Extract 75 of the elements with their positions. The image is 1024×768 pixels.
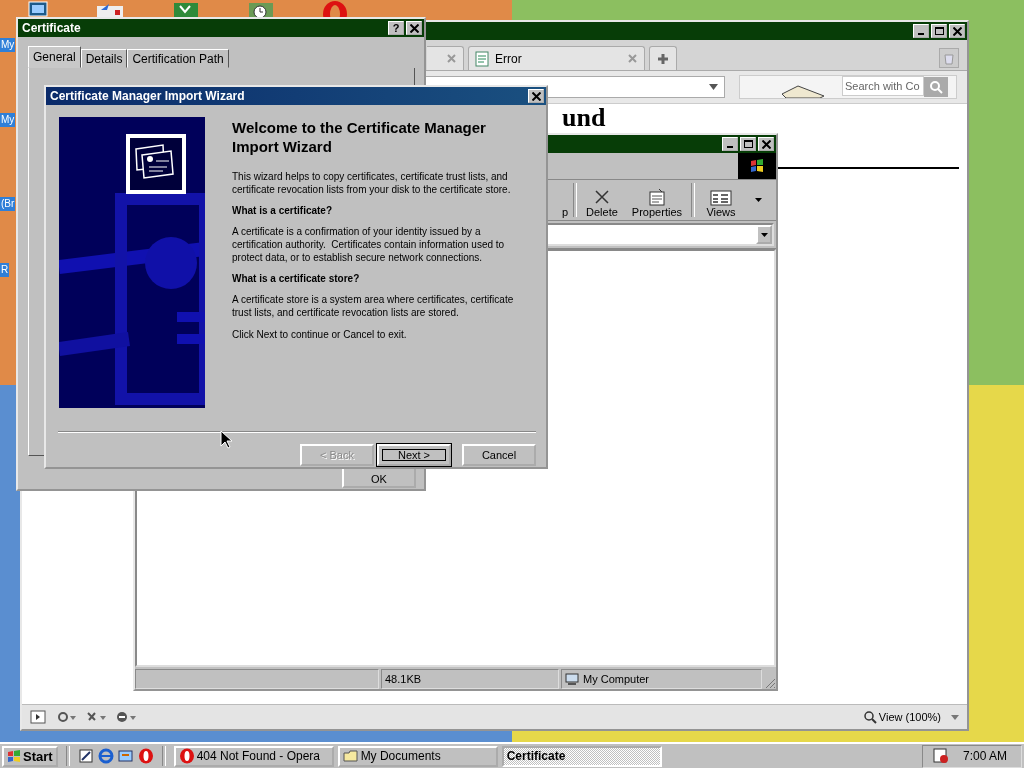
help-button[interactable]: ? — [388, 21, 404, 35]
close-button[interactable] — [949, 24, 965, 38]
minimize-button[interactable] — [722, 137, 738, 151]
browser-tab[interactable]: Error — [468, 46, 645, 70]
tab[interactable]: Details — [80, 49, 128, 68]
tab[interactable]: General — [28, 46, 81, 68]
close-button[interactable] — [406, 21, 422, 35]
section-heading: What is a certificate store? — [232, 273, 361, 284]
search-field[interactable]: Search with Co — [842, 76, 924, 96]
paragraph: A certificate store is a system area where certificates, certificate trust lists, and certificate revocation lists are stored. — [232, 293, 514, 319]
paragraph: This wizard helps to copy certificates, certificate trust lists, and certificate revocation lists from your disk to the certificate store. — [232, 170, 512, 196]
close-button[interactable] — [528, 89, 544, 103]
notepad-pen-icon[interactable] — [77, 748, 94, 764]
magnifier-icon — [863, 710, 877, 724]
minimize-icon — [918, 33, 924, 35]
resize-grip-icon[interactable] — [764, 677, 776, 689]
close-button[interactable] — [758, 137, 774, 151]
page-icon — [475, 50, 489, 67]
wizard-button[interactable]: Next > — [377, 444, 451, 466]
recycle-icon — [942, 51, 956, 65]
toolbar-button[interactable]: Properties — [626, 182, 687, 218]
start-button[interactable]: Start — [2, 745, 58, 767]
window-title: Certificate — [21, 21, 81, 35]
dropdown-icon[interactable] — [755, 198, 762, 202]
folder-icon — [342, 748, 359, 764]
page-heading: und — [562, 105, 607, 131]
close-icon — [761, 139, 771, 149]
tab-label[interactable]: Error — [495, 51, 522, 66]
computer-icon — [565, 672, 579, 686]
search-icon — [929, 80, 943, 94]
dropdown-icon — [760, 232, 768, 237]
section-heading: What is a certificate? — [232, 205, 334, 216]
opera-icon[interactable] — [137, 748, 154, 764]
minimize-button[interactable] — [913, 24, 929, 38]
toolbar-button[interactable]: p — [545, 182, 570, 218]
blocked-icon[interactable] — [116, 711, 136, 723]
opera-icon — [178, 748, 195, 764]
grid-icon — [710, 188, 732, 206]
windows-logo-icon — [749, 158, 765, 174]
dropdown-icon[interactable] — [709, 84, 718, 90]
plus-icon — [657, 52, 669, 65]
wizard-heading: Welcome to the Certificate Manager Import Wizard — [232, 118, 487, 156]
maximize-icon — [934, 27, 944, 35]
maximize-button[interactable] — [931, 24, 947, 38]
icon-label[interactable]: R — [0, 263, 10, 277]
icon-label[interactable]: (Br — [0, 197, 16, 211]
monitor-icon[interactable] — [27, 0, 49, 18]
desktop-icon[interactable] — [117, 748, 134, 764]
toolbar-button[interactable]: Views — [699, 182, 743, 218]
maximize-icon — [743, 140, 753, 148]
windows-flag-icon — [7, 750, 21, 762]
taskbar-button[interactable]: My Documents — [337, 745, 498, 767]
document-icon — [646, 188, 667, 206]
zoom-button[interactable]: View (100%) — [863, 710, 941, 724]
paragraph: Click Next to continue or Cancel to exit. — [232, 328, 408, 341]
status-size: 48.1KB — [381, 669, 559, 689]
new-tab-button[interactable] — [649, 46, 677, 70]
taskbar-button[interactable]: Certificate — [501, 745, 662, 767]
minimize-icon — [727, 146, 733, 148]
panel-toggle-icon[interactable] — [30, 710, 46, 724]
maximize-button[interactable] — [740, 137, 756, 151]
icon-label[interactable]: My — [0, 113, 16, 127]
icon-label[interactable]: My — [0, 38, 16, 52]
status-zone: My Computer — [583, 673, 650, 685]
toolbar-button[interactable]: Delete — [581, 182, 623, 218]
taskbar-button[interactable]: 404 Not Found - Opera — [173, 745, 334, 767]
close-icon — [952, 26, 962, 36]
pointer-icon — [220, 430, 232, 449]
tab[interactable]: Certification Path — [127, 49, 229, 68]
window-title: Certificate Manager Import Wizard — [49, 89, 245, 103]
wizard-button[interactable]: Cancel — [462, 444, 536, 466]
clock: 7:00 AM — [962, 749, 1007, 763]
paragraph: A certificate is a confirmation of your identity issued by a certification authority. Certificates contain information used to protect data, or to establish secure network connections. — [232, 225, 506, 264]
close-icon — [531, 91, 541, 101]
close-icon — [409, 23, 419, 33]
